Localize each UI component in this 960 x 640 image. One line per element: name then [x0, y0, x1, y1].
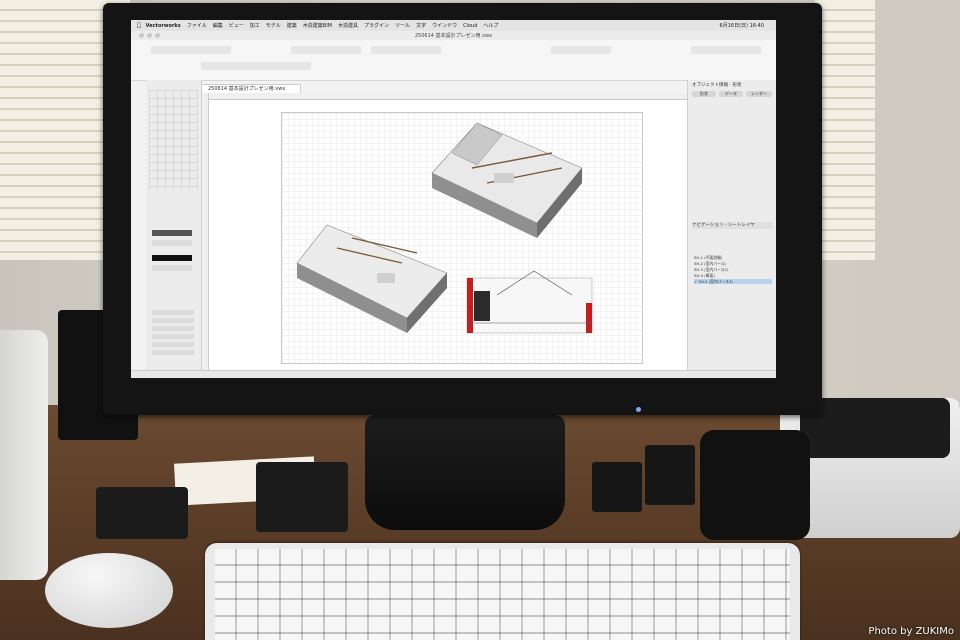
iso-model-lower — [296, 224, 448, 333]
toolbar-group-view[interactable] — [551, 46, 611, 54]
obj-info-header: オブジェクト情報 - 形状 — [692, 83, 742, 88]
power-led — [636, 407, 641, 412]
apple-icon[interactable]:  — [137, 22, 141, 29]
pen-swatch[interactable] — [152, 255, 192, 261]
menu-window[interactable]: ウインドウ — [432, 22, 457, 29]
toolbar-group-class[interactable] — [291, 46, 361, 54]
accessory-box — [645, 445, 695, 505]
ruler-vertical — [202, 93, 209, 370]
laptop — [0, 330, 48, 580]
workspace-list-item[interactable] — [152, 310, 194, 315]
workspace-list-item[interactable] — [152, 326, 194, 331]
battery-charger-right — [256, 462, 348, 532]
window-title: 250614 基本設計プレゼン用.vwx — [414, 33, 493, 39]
nav-row[interactable]: SH-3 (室内パース2) — [694, 267, 772, 272]
camera — [700, 430, 810, 540]
sheet-name: (平面詳細) — [704, 255, 723, 260]
menu-modify[interactable]: 加工 — [250, 22, 260, 29]
nav-row[interactable]: SH-2 (室内パース) — [694, 261, 772, 266]
workspace-list-item[interactable] — [152, 342, 194, 347]
toolbar-group-render[interactable] — [691, 46, 761, 54]
workspace-list-item[interactable] — [152, 334, 194, 339]
toolbar — [131, 40, 776, 81]
section-view — [466, 270, 593, 334]
keyboard-keys — [215, 549, 790, 640]
sheet-number: SH-3 — [694, 267, 704, 272]
menu-architect[interactable]: 建築 — [287, 22, 297, 29]
tool-palette — [146, 80, 202, 370]
photo-credit: Photo by ZUKIMo — [868, 626, 954, 637]
sheet-number: SH-4 — [694, 273, 704, 278]
basic-tools-grid[interactable] — [149, 90, 198, 190]
nav-row[interactable]: SH-1 (平面詳細) — [694, 255, 772, 260]
tab-render[interactable]: レンダー — [746, 91, 772, 97]
tab-shape[interactable]: 形状 — [692, 91, 716, 97]
navigation-header: ナビゲーション - シートレイヤ — [692, 222, 773, 229]
window-blind-right — [815, 0, 875, 260]
menu-file[interactable]: ファイル — [187, 22, 207, 29]
sheet-number: SH-5 — [698, 279, 708, 284]
toolbar-group-mode[interactable] — [201, 62, 311, 70]
sheet-name: (室内パース3) — [708, 279, 733, 284]
menu-help[interactable]: ヘルプ — [483, 22, 498, 29]
fill-swatch[interactable] — [152, 230, 192, 236]
workspace-list-item[interactable] — [152, 318, 194, 323]
printer-top — [800, 398, 950, 458]
drawing-viewports — [296, 122, 593, 334]
menu-model[interactable]: モデル — [266, 22, 281, 29]
nav-row-selected[interactable]: ✓ SH-5 (室内パース3) — [694, 279, 772, 284]
sheet-name: (室内パース) — [704, 261, 727, 266]
menu-plugins[interactable]: プラグイン — [364, 22, 389, 29]
magic-mouse — [45, 553, 173, 628]
battery-pack — [592, 462, 642, 512]
photo-scene:  Vectorworks ファイル 編集 ビュー 加工 モデル 建築 木造建築… — [0, 0, 960, 640]
menu-text[interactable]: 文字 — [416, 22, 426, 29]
menu-app-name[interactable]: Vectorworks — [146, 23, 181, 29]
sheet-name: (室内パース2) — [704, 267, 729, 272]
document-tab[interactable]: 250614 基本設計プレゼン用.vwx — [201, 84, 301, 93]
battery-charger-left — [96, 487, 188, 539]
sheet-number: SH-2 — [694, 261, 704, 266]
menu-view[interactable]: ビュー — [229, 22, 244, 29]
tab-data[interactable]: データ — [719, 91, 743, 97]
keyboard — [205, 543, 800, 640]
menu-wood-bim[interactable]: 木造建築BIM — [303, 22, 332, 29]
menu-tools[interactable]: ツール — [395, 22, 410, 29]
monitor-stand — [365, 415, 565, 530]
workspace-list-item[interactable] — [152, 350, 194, 355]
sheet-border — [281, 112, 643, 364]
fill-opacity-bar[interactable] — [152, 240, 192, 246]
status-bar — [131, 370, 776, 378]
menu-wood-fittings[interactable]: 木造建具 — [338, 22, 358, 29]
toolbar-group-layer[interactable] — [371, 46, 441, 54]
monitor-screen:  Vectorworks ファイル 編集 ビュー 加工 モデル 建築 木造建築… — [131, 20, 776, 378]
check-icon: ✓ — [694, 279, 698, 284]
ruler-horizontal — [202, 93, 687, 100]
menu-edit[interactable]: 編集 — [213, 22, 223, 29]
sheet-name: (断面) — [704, 273, 715, 278]
right-palettes: オブジェクト情報 - 形状 形状 データ レンダー ナビゲーション - シートレ… — [687, 80, 776, 370]
iso-model-upper — [431, 122, 583, 238]
pen-opacity-bar[interactable] — [152, 265, 192, 271]
sheet-number: SH-1 — [694, 255, 704, 260]
menubar:  Vectorworks ファイル 編集 ビュー 加工 モデル 建築 木造建築… — [131, 20, 776, 31]
menu-cloud[interactable]: Cloud — [463, 23, 477, 29]
nav-row[interactable]: SH-4 (断面) — [694, 273, 772, 278]
menubar-clock: 6月16日(日) 16:40 — [719, 23, 764, 29]
toolbar-group-snap[interactable] — [151, 46, 231, 54]
